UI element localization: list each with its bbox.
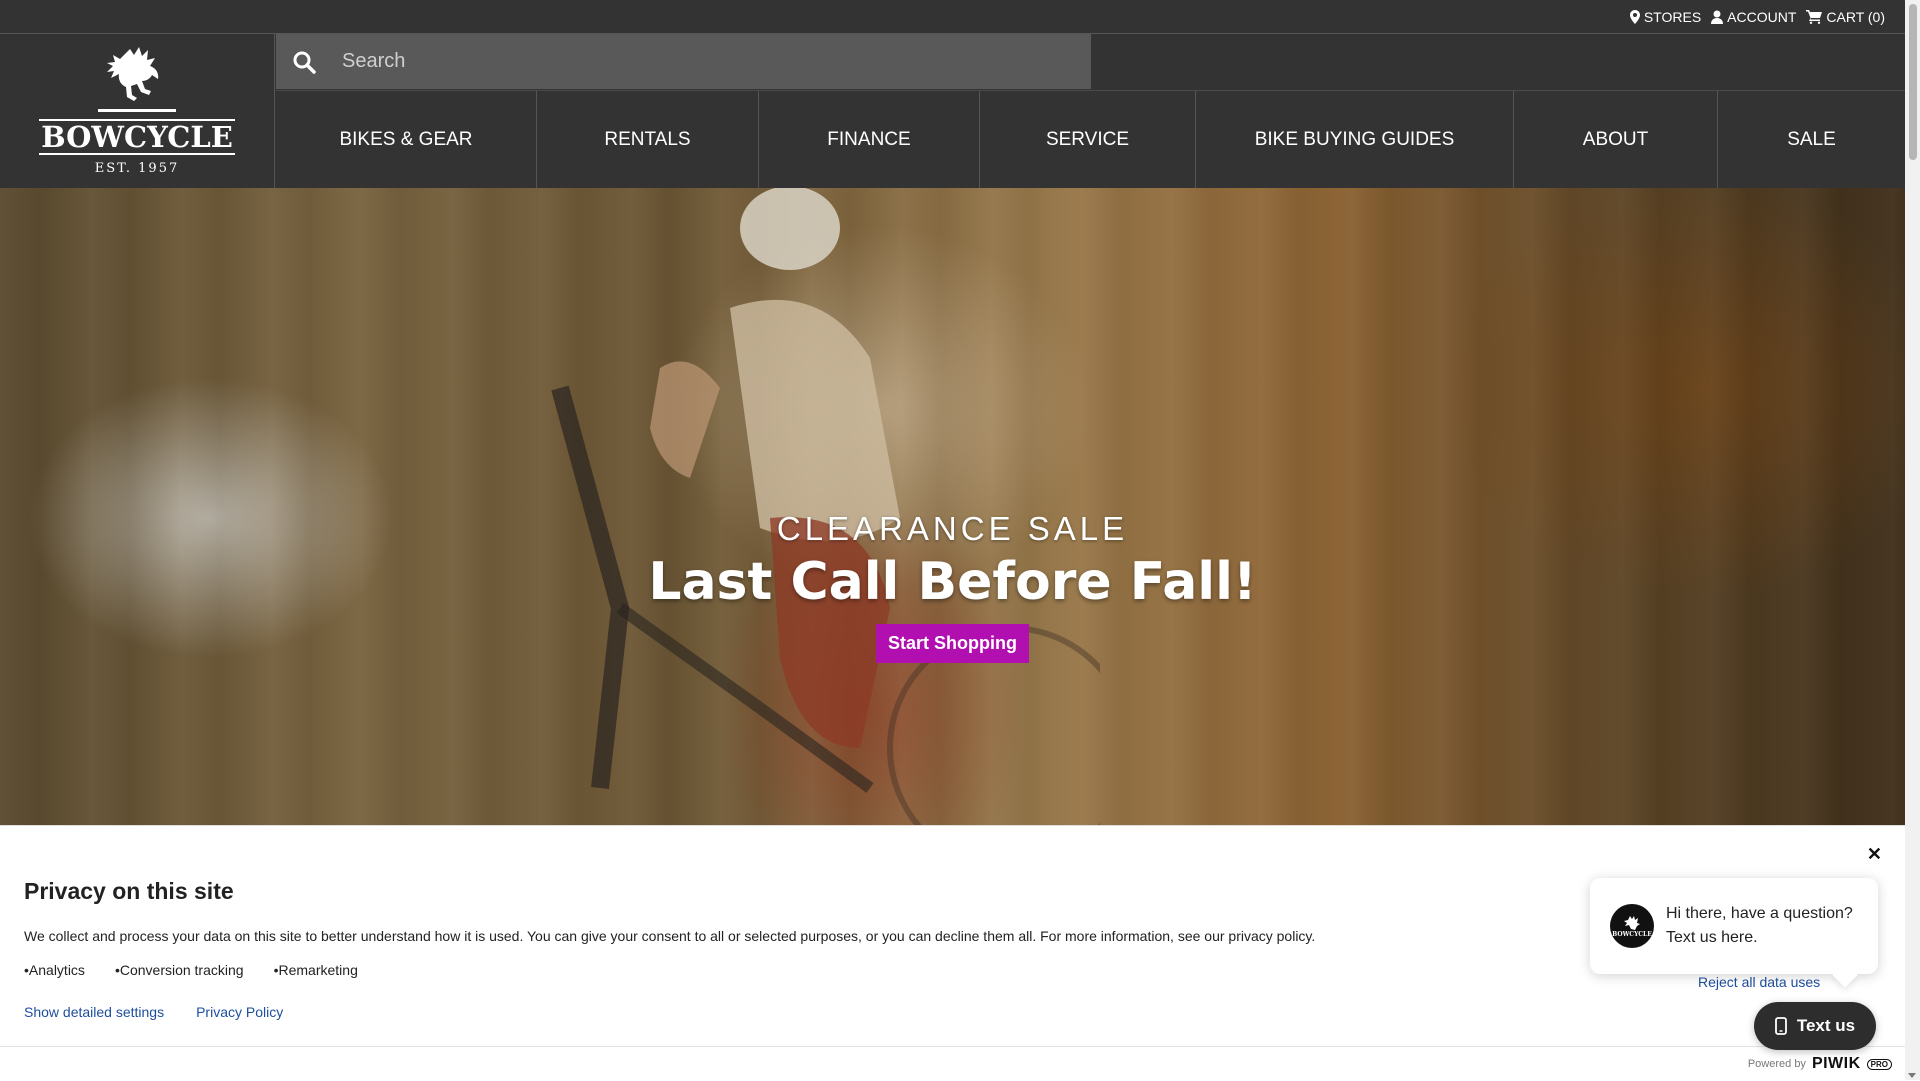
main-nav: BIKES & GEAR RENTALS FINANCE SERVICE BIK… (276, 90, 1905, 189)
text-us-label: Text us (1796, 1016, 1856, 1035)
nav-item-finance[interactable]: FINANCE (759, 91, 980, 189)
purpose-remarketing: Remarketing (274, 962, 357, 978)
hero-cyclist-image (551, 188, 1100, 825)
account-label: ACCOUNT (1727, 8, 1797, 25)
site-logo[interactable]: BOWCYCLE EST. 1957 (0, 34, 275, 188)
hero-title: Last Call Before Fall! (648, 552, 1257, 612)
avatar: BOWCYCLE (1610, 904, 1654, 948)
nav-item-bike-buying-guides[interactable]: BIKE BUYING GUIDES (1196, 91, 1514, 189)
powered-by: Powered by PIWIK PRO (1748, 1055, 1892, 1073)
chat-message: Hi there, have a question? Text us here. (1666, 905, 1853, 946)
search-bar (276, 33, 1091, 90)
piwik-logo: PIWIK (1811, 1055, 1861, 1072)
hero-banner: CLEARANCE SALE Last Call Before Fall! St… (0, 188, 1905, 825)
cart-link[interactable]: CART (0) (1806, 9, 1885, 25)
nav-item-about[interactable]: ABOUT (1514, 91, 1718, 189)
utility-bar: STORES ACCOUNT CART (0) (0, 0, 1905, 34)
chat-greeting-bubble[interactable]: BOWCYCLE Hi there, have a question? Text… (1590, 878, 1878, 974)
page-scrollbar[interactable] (1905, 0, 1920, 1080)
hero-content: CLEARANCE SALE Last Call Before Fall! St… (0, 510, 1905, 663)
search-icon[interactable] (276, 50, 332, 74)
scroll-down-arrow-icon[interactable] (1908, 1073, 1916, 1078)
map-pin-icon (1629, 9, 1640, 24)
privacy-description: We collect and process your data on this… (24, 928, 1316, 944)
nav-item-rentals[interactable]: RENTALS (537, 91, 759, 189)
stores-label: STORES (1643, 8, 1702, 25)
account-link[interactable]: ACCOUNT (1711, 9, 1796, 25)
privacy-purposes: Analytics Conversion tracking Remarketin… (24, 962, 358, 978)
reject-all-link[interactable]: Reject all data uses (1698, 974, 1820, 990)
user-icon (1711, 10, 1724, 24)
hero-eyebrow: CLEARANCE SALE (776, 510, 1129, 547)
cart-icon (1806, 9, 1823, 24)
logo-established: EST. 1957 (94, 161, 180, 176)
privacy-policy-link[interactable]: Privacy Policy (196, 1004, 283, 1020)
nav-item-bikes-gear[interactable]: BIKES & GEAR (276, 91, 537, 189)
logo-wordmark: BOWCYCLE (39, 119, 235, 155)
nav-item-service[interactable]: SERVICE (980, 91, 1196, 189)
avatar-wordmark: BOWCYCLE (1612, 930, 1652, 938)
search-input[interactable] (332, 33, 1091, 90)
purpose-conversion-tracking: Conversion tracking (115, 962, 244, 978)
powered-by-label: Powered by (1747, 1058, 1806, 1070)
privacy-title: Privacy on this site (24, 878, 234, 904)
privacy-footer-divider (0, 1046, 1920, 1047)
text-us-button[interactable]: Text us (1754, 1002, 1876, 1050)
start-shopping-button[interactable]: Start Shopping (876, 624, 1029, 663)
griffin-avatar-icon (1624, 915, 1640, 930)
site-header: BOWCYCLE EST. 1957 BIKES & GEAR RENTALS … (0, 33, 1905, 189)
stores-link[interactable]: STORES (1629, 8, 1702, 25)
close-icon[interactable]: ✕ (1867, 844, 1882, 865)
cart-label: CART (0) (1826, 8, 1885, 25)
privacy-links: Show detailed settings Privacy Policy (24, 1004, 283, 1020)
show-detailed-settings-link[interactable]: Show detailed settings (24, 1004, 164, 1020)
scrollbar-thumb[interactable] (1909, 4, 1917, 160)
piwik-pro-badge: PRO (1866, 1058, 1892, 1070)
nav-item-sale[interactable]: SALE (1718, 91, 1905, 189)
phone-icon (1774, 1017, 1787, 1035)
purpose-analytics: Analytics (24, 962, 85, 978)
griffin-logo-icon (98, 47, 176, 112)
